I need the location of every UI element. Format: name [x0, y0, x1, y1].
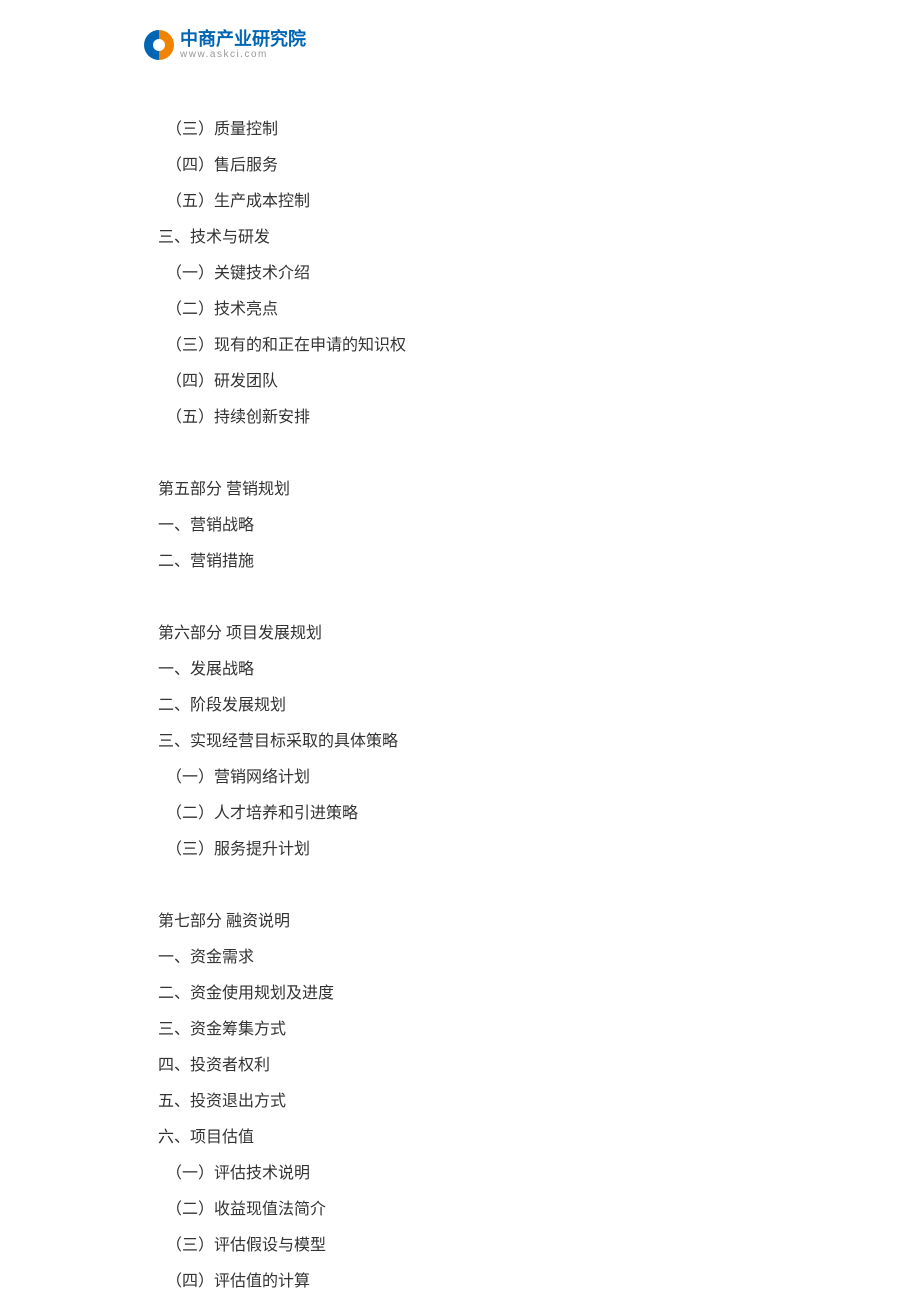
logo-mark-icon	[142, 28, 176, 62]
toc-line: 一、资金需求	[158, 940, 406, 976]
toc-line: 二、营销措施	[158, 544, 406, 580]
toc-line: （四）评估值的计算	[158, 1264, 406, 1300]
toc-line: （一）营销网络计划	[158, 760, 406, 796]
toc-line: 四、投资者权利	[158, 1048, 406, 1084]
toc-line: （三）评估假设与模型	[158, 1228, 406, 1264]
toc-line: 一、发展战略	[158, 652, 406, 688]
toc-line: 第七部分 融资说明	[158, 904, 406, 940]
toc-line: 三、资金筹集方式	[158, 1012, 406, 1048]
toc-line: （五）生产成本控制	[158, 184, 406, 220]
toc-line: 二、阶段发展规划	[158, 688, 406, 724]
toc-line: （二）技术亮点	[158, 292, 406, 328]
toc-content: （三）质量控制（四）售后服务（五）生产成本控制三、技术与研发（一）关键技术介绍（…	[158, 112, 406, 1300]
logo-title: 中商产业研究院	[180, 30, 306, 48]
toc-line: （二）人才培养和引进策略	[158, 796, 406, 832]
toc-line: 二、资金使用规划及进度	[158, 976, 406, 1012]
toc-line: （三）服务提升计划	[158, 832, 406, 868]
logo-url: www.askci.com	[180, 50, 306, 60]
toc-line: （五）持续创新安排	[158, 400, 406, 436]
toc-line: （三）现有的和正在申请的知识权	[158, 328, 406, 364]
toc-line: 第六部分 项目发展规划	[158, 616, 406, 652]
toc-line: 一、营销战略	[158, 508, 406, 544]
toc-line: （三）质量控制	[158, 112, 406, 148]
toc-line: 三、技术与研发	[158, 220, 406, 256]
logo-text: 中商产业研究院 www.askci.com	[180, 30, 306, 60]
toc-line: （四）研发团队	[158, 364, 406, 400]
toc-line: （四）售后服务	[158, 148, 406, 184]
toc-line: 五、投资退出方式	[158, 1084, 406, 1120]
toc-line: 第五部分 营销规划	[158, 472, 406, 508]
logo: 中商产业研究院 www.askci.com	[142, 28, 306, 62]
toc-line: （一）评估技术说明	[158, 1156, 406, 1192]
toc-line: （一）关键技术介绍	[158, 256, 406, 292]
toc-line: 三、实现经营目标采取的具体策略	[158, 724, 406, 760]
toc-line: （二）收益现值法简介	[158, 1192, 406, 1228]
toc-line: 六、项目估值	[158, 1120, 406, 1156]
